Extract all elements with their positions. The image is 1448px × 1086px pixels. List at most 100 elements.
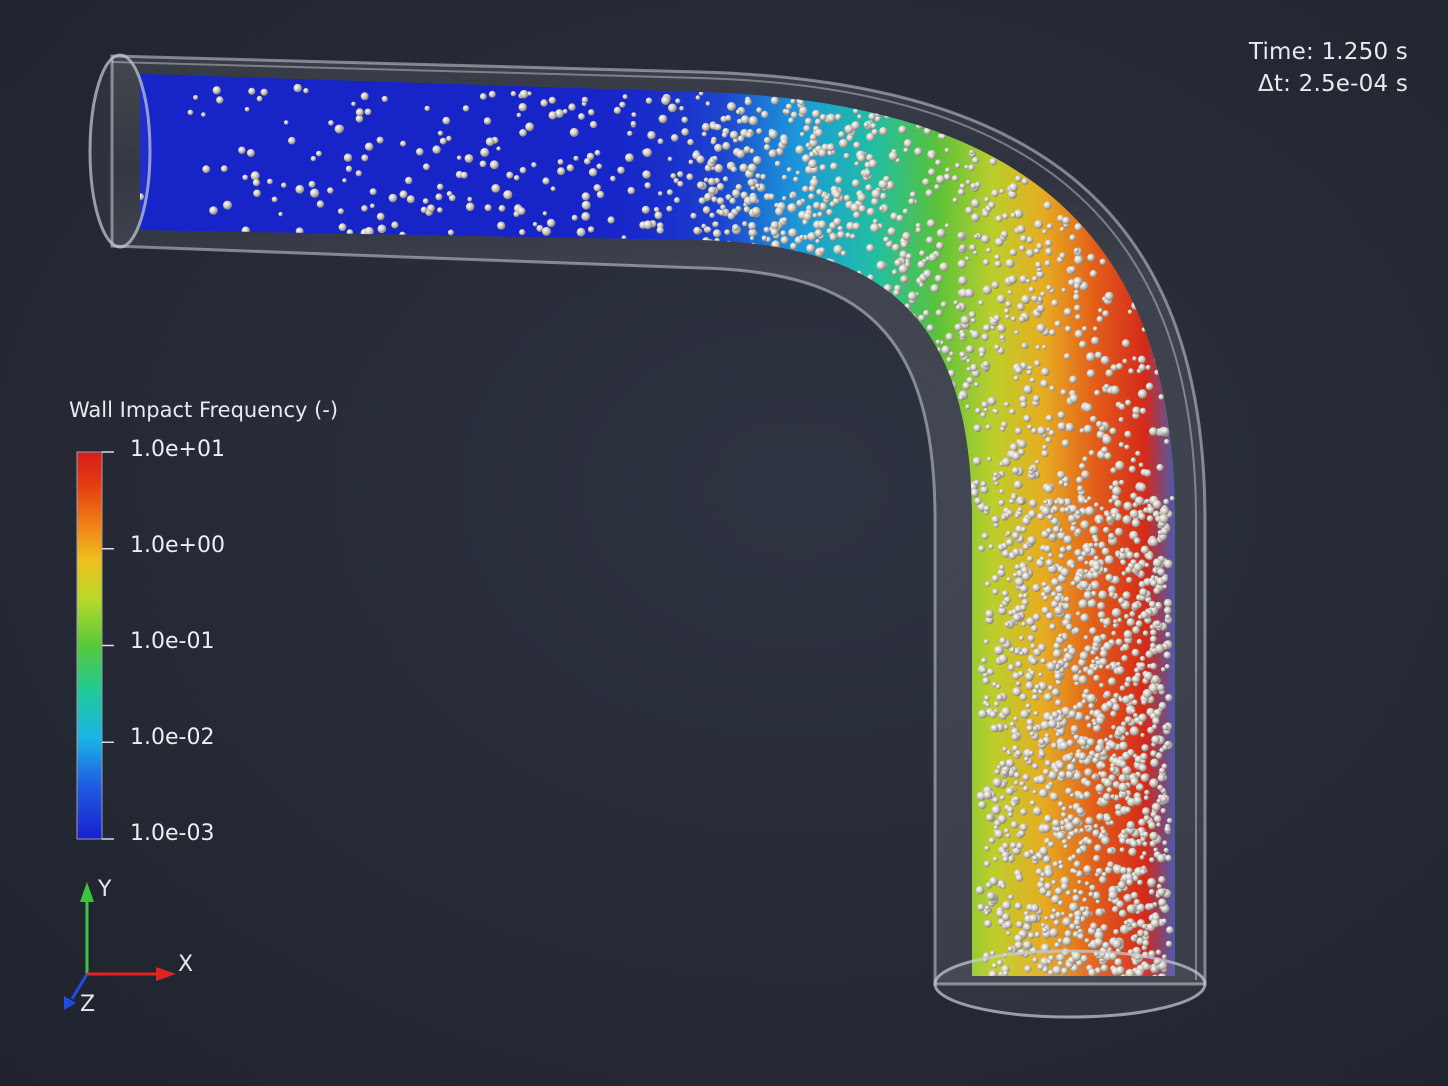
particle xyxy=(1067,514,1076,523)
particle xyxy=(981,234,990,244)
particle xyxy=(1025,278,1031,284)
particle xyxy=(1140,610,1149,619)
particle xyxy=(936,87,944,94)
particle xyxy=(1150,750,1157,757)
particle xyxy=(985,424,992,430)
particle xyxy=(1004,596,1012,604)
particle xyxy=(1058,553,1065,560)
particle xyxy=(1013,796,1020,802)
particle xyxy=(668,103,677,113)
particle xyxy=(1063,535,1073,545)
particle xyxy=(542,177,550,185)
particle xyxy=(981,401,989,409)
particle xyxy=(1149,831,1158,841)
particle xyxy=(693,226,702,235)
particle xyxy=(364,108,372,116)
particle xyxy=(917,260,926,269)
particle xyxy=(879,206,884,212)
particle xyxy=(722,141,731,150)
particle xyxy=(1124,613,1130,620)
particle xyxy=(1029,800,1036,806)
particle xyxy=(1016,842,1024,850)
particle xyxy=(519,89,529,99)
particle xyxy=(377,224,387,234)
particle xyxy=(447,229,454,236)
particle xyxy=(984,196,990,203)
particle xyxy=(1091,774,1098,780)
particle xyxy=(1111,725,1116,730)
y-axis-label: Y xyxy=(98,877,112,902)
particle xyxy=(1094,389,1101,396)
pipe-geometry xyxy=(88,45,1207,1019)
particle xyxy=(788,228,798,238)
particle xyxy=(826,208,833,216)
particle xyxy=(542,226,551,236)
particle xyxy=(1099,657,1108,666)
particle xyxy=(952,197,958,203)
particle xyxy=(661,96,671,105)
particle xyxy=(1001,421,1008,428)
particle xyxy=(1046,223,1053,230)
particle xyxy=(1106,787,1113,793)
particle xyxy=(1010,842,1017,849)
colorbar-tick-label: 1.0e+00 xyxy=(130,533,225,558)
particle xyxy=(1040,379,1049,388)
particle xyxy=(516,112,522,118)
particle xyxy=(548,111,557,120)
particle xyxy=(996,694,1004,701)
particle xyxy=(1027,424,1033,430)
particle xyxy=(1131,675,1141,684)
particle xyxy=(1018,439,1027,449)
particle xyxy=(1019,781,1025,787)
particle xyxy=(957,259,967,269)
particle xyxy=(806,243,815,253)
particle xyxy=(581,96,589,104)
particle xyxy=(1132,406,1141,415)
particle xyxy=(858,205,867,213)
particle xyxy=(843,194,851,202)
particle xyxy=(710,54,719,63)
particle xyxy=(996,294,1006,304)
particle xyxy=(800,48,806,54)
particle xyxy=(1041,506,1051,516)
particle xyxy=(804,117,813,125)
particle xyxy=(647,131,656,140)
particle xyxy=(1149,857,1155,863)
particle xyxy=(1058,770,1067,779)
particle xyxy=(1116,363,1123,370)
particle xyxy=(815,74,823,76)
particle xyxy=(442,116,451,125)
particle xyxy=(1051,742,1058,749)
particle xyxy=(1041,367,1050,377)
particle xyxy=(808,185,816,193)
particle xyxy=(1016,681,1021,686)
particle xyxy=(1028,932,1035,939)
particle xyxy=(1049,914,1056,921)
particle xyxy=(653,206,660,213)
particle xyxy=(594,149,601,156)
particle xyxy=(1105,664,1111,670)
particle xyxy=(732,189,741,198)
particle xyxy=(338,223,347,232)
particle xyxy=(1150,758,1159,768)
particle xyxy=(822,45,829,52)
particle xyxy=(991,281,1000,289)
particle xyxy=(1035,345,1041,350)
particle xyxy=(1119,837,1126,845)
particle xyxy=(1051,299,1059,307)
particle xyxy=(1016,224,1026,234)
particle xyxy=(996,765,1002,770)
particle xyxy=(1144,789,1150,796)
particle xyxy=(308,180,316,188)
particle xyxy=(1155,949,1162,956)
particle xyxy=(896,214,904,222)
particle xyxy=(1132,356,1137,361)
particle xyxy=(1029,499,1038,508)
particle xyxy=(1089,525,1099,536)
particle xyxy=(764,66,772,74)
particle xyxy=(1147,877,1157,887)
particle xyxy=(1016,303,1025,311)
particle xyxy=(740,115,750,124)
particle xyxy=(1038,738,1045,746)
particle xyxy=(978,800,987,810)
